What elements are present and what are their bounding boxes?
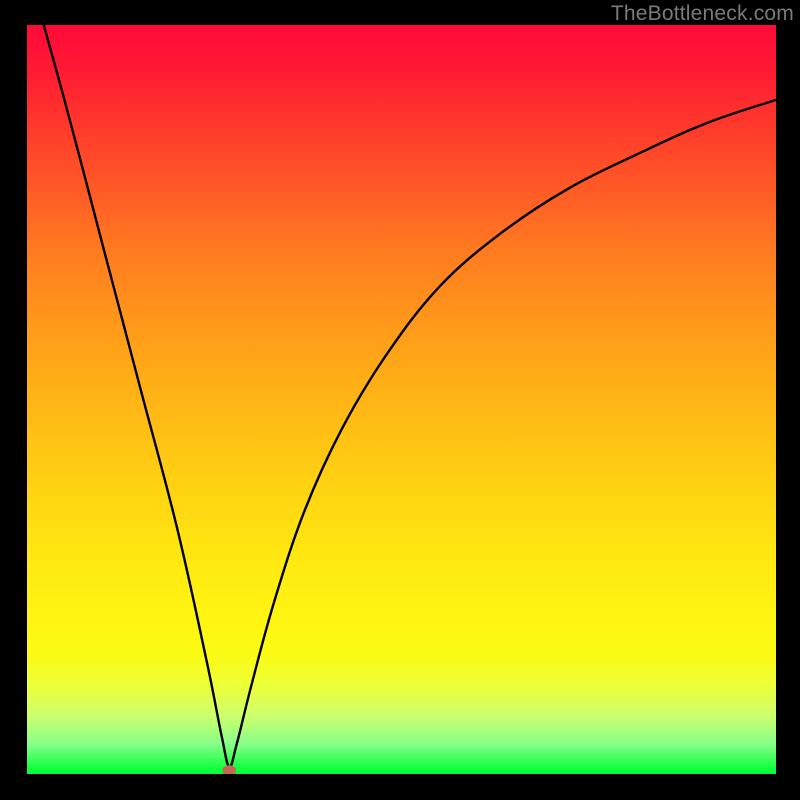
watermark-text: TheBottleneck.com (611, 2, 794, 26)
minimum-marker (222, 765, 236, 774)
plot-area (27, 25, 776, 774)
bottleneck-curve (27, 25, 776, 767)
curve-layer (27, 25, 776, 774)
chart-frame: TheBottleneck.com (0, 0, 800, 800)
